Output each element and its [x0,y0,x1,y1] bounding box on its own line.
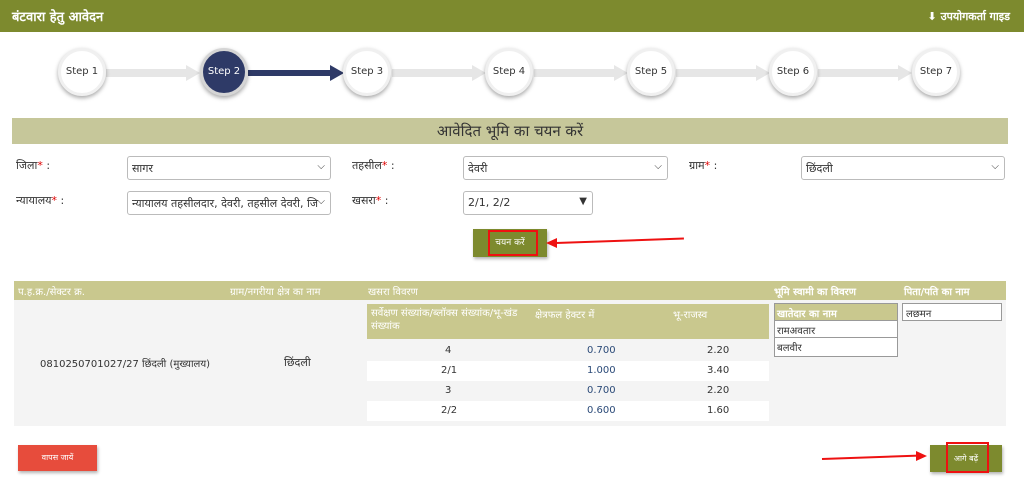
village-select[interactable]: छिंदली ⌵ [801,156,1005,180]
chevron-down-icon: ⌵ [317,161,325,172]
col-revenue: भू-राजस्व [673,310,708,321]
table-row: 2/2 0.600 1.60 [367,401,769,421]
owner-name: बलवीर [777,343,802,354]
section-title: आवेदित भूमि का चयन करें [12,118,1008,144]
annotation-arrow-line [555,237,684,244]
district-label: जिला* : [16,159,51,172]
step-2[interactable]: Step 2 [200,48,248,96]
tehsil-label: तहसील* : [352,159,395,172]
header-father-name: पिता/पति का नाम [904,287,970,298]
step-3[interactable]: Step 3 [343,48,391,96]
tehsil-select[interactable]: देवरी ⌵ [463,156,668,180]
annotation-box [946,442,989,473]
col-survey: सर्वेक्षण संख्यांक/ब्लॉक्स संख्यांक/भू-ख… [371,308,518,332]
step-connector-active [248,70,330,76]
download-icon: ⬇ [927,10,937,23]
area-cell: 1.000 [587,365,616,376]
khasra-label: खसरा* : [352,194,389,207]
district-select[interactable]: सागर ⌵ [127,156,331,180]
stepper: Step 1 Step 2 Step 3 Step 4 Step 5 Step … [0,36,1024,112]
step-5[interactable]: Step 5 [627,48,675,96]
table-header: प.ह.क्र./सेक्टर क्र. ग्राम/नगरीया क्षेत्… [14,281,1006,300]
step-arrow [186,65,200,81]
owner-header: खातेदार का नाम [775,304,897,321]
survey-cell: 4 [445,345,452,356]
area-cell: 0.700 [587,385,616,396]
survey-cell: 2/1 [441,365,458,376]
step-arrow [614,65,628,81]
revenue-cell: 2.20 [707,385,730,396]
step-6[interactable]: Step 6 [769,48,817,96]
village-label: ग्राम* : [689,159,718,172]
table-row: 4 0.700 2.20 [367,341,769,361]
col-area: क्षेत्रफल हेक्टर में [535,310,595,321]
village-name-value: छिंदली [284,356,311,369]
header-khasra-details: खसरा विवरण [368,287,418,298]
khasra-subtable-header: सर्वेक्षण संख्यांक/ब्लॉक्स संख्यांक/भू-ख… [367,304,769,339]
step-connector [392,69,472,77]
annotation-box [488,230,538,256]
header-village-name: ग्राम/नगरीया क्षेत्र का नाम [230,287,321,298]
survey-cell: 3 [445,385,452,396]
top-bar: बंटवारा हेतु आवेदन ⬇ उपयोगकर्ता गाइड [0,0,1024,32]
step-connector [676,69,756,77]
table-row: 3 0.700 2.20 [367,381,769,401]
caret-down-icon: ▼ [579,196,587,207]
page-title: बंटवारा हेतु आवेदन [12,10,104,25]
annotation-arrow-head [546,238,557,248]
step-1[interactable]: Step 1 [58,48,106,96]
user-guide-label: उपयोगकर्ता गाइड [940,10,1010,23]
owner-name: रामअवतार [775,321,897,338]
step-connector [534,69,614,77]
step-arrow [756,65,770,81]
step-connector [106,69,186,77]
step-connector [818,69,898,77]
khasra-select[interactable]: 2/1, 2/2 ▼ [463,191,593,215]
revenue-cell: 2.20 [707,345,730,356]
step-7[interactable]: Step 7 [912,48,960,96]
survey-cell: 2/2 [441,405,458,416]
area-cell: 0.700 [587,345,616,356]
owner-table: खातेदार का नाम रामअवतार बलवीर [774,303,898,357]
ph-sector-value: 0810250701027/27 छिंदली (मुख्यालय) [40,359,211,370]
step-arrow [472,65,486,81]
chevron-down-icon: ⌵ [991,161,999,172]
annotation-arrow-line [821,454,918,460]
table-row: 2/1 1.000 3.40 [367,361,769,381]
user-guide-link[interactable]: ⬇ उपयोगकर्ता गाइड [928,9,1011,24]
step-4[interactable]: Step 4 [485,48,533,96]
step-arrow-active [330,65,344,81]
annotation-arrow-head [916,451,927,461]
header-ph-sector: प.ह.क्र./सेक्टर क्र. [18,287,85,298]
court-label: न्यायालय* : [16,194,65,207]
chevron-down-icon: ⌵ [317,196,325,207]
court-select[interactable]: न्यायालय तहसीलदार, देवरी, तहसील देवरी, ज… [127,191,331,215]
father-name-value: लछमन [902,303,1002,321]
revenue-cell: 1.60 [707,405,730,416]
chevron-down-icon: ⌵ [654,161,662,172]
back-button[interactable]: वापस जायें [18,445,97,471]
header-owner-details: भूमि स्वामी का विवरण [774,287,856,298]
revenue-cell: 3.40 [707,365,730,376]
step-arrow [898,65,912,81]
area-cell: 0.600 [587,405,616,416]
